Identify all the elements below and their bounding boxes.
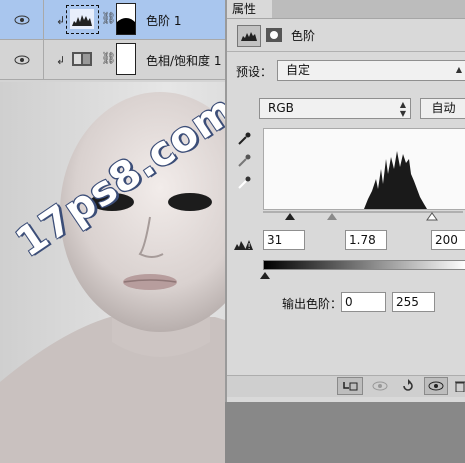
eye-icon[interactable] [0,0,44,39]
clip-indicator-icon: ↲ [56,54,66,67]
adjustment-title: 色阶 [291,29,316,43]
preset-select[interactable]: 自定 ▲ [277,60,465,81]
levels-icon [70,9,94,29]
properties-toolbar [227,375,465,397]
input-black-field[interactable]: 31 [263,230,305,250]
chevron-updown-icon: ▲ ▼ [399,100,406,118]
tab-properties[interactable]: 属性 [227,0,272,18]
clip-to-layer-icon[interactable] [337,377,363,395]
channel-select[interactable]: RGB ▲ ▼ [259,98,411,119]
histogram-shape [364,151,427,209]
gray-eyedropper-icon[interactable] [235,152,253,170]
black-point-handle [285,213,295,220]
workspace-background [225,402,465,463]
visibility-icon[interactable] [424,377,448,395]
chain-icon[interactable]: ⛓ [101,11,116,25]
white-point-handle [426,212,438,221]
input-gamma-field[interactable]: 1.78 [345,230,387,250]
chevron-updown-icon: ▲ [455,65,462,74]
gamma-handle [327,213,337,220]
mask-icon[interactable] [116,3,136,35]
levels-icon[interactable] [237,25,261,47]
svg-text:!: ! [248,242,251,251]
hue-saturation-icon [72,52,92,66]
input-white-field[interactable]: 200 [431,230,465,250]
output-white-field[interactable]: 255 [392,292,435,312]
output-black-handle[interactable] [259,270,271,280]
preset-row: 预设： 自定 ▲ [227,60,465,82]
properties-header: 色阶 [227,19,465,52]
mask-icon[interactable] [264,25,284,45]
layer-row-levels[interactable]: ↲ ⛓ 色阶 1 [0,0,228,40]
view-previous-icon[interactable] [368,377,392,395]
channel-value: RGB [268,101,294,115]
layer-name[interactable]: 色阶 1 [146,12,181,29]
white-eyedropper-icon[interactable] [235,174,253,192]
output-gradient [263,260,465,270]
layer-row-hue-saturation[interactable]: ↲ ⛓ 色相/饱和度 1 [0,40,228,80]
histogram [263,128,465,210]
eye-icon[interactable] [0,40,44,79]
mask-icon[interactable] [116,43,136,75]
delete-icon[interactable] [453,377,465,395]
input-levels-slider[interactable] [263,210,463,222]
layer-name[interactable]: 色相/饱和度 1 [146,52,222,69]
reset-icon[interactable] [396,377,420,395]
clipping-warning-icon[interactable]: ! [232,232,254,254]
layers-panel: ↲ ⛓ 色阶 1 ↲ ⛓ 色相/饱和度 1 [0,0,228,82]
output-levels-label: 输出色阶： [282,297,343,311]
black-eyedropper-icon[interactable] [235,130,253,148]
auto-button[interactable]: 自动 [420,98,465,119]
clip-indicator-icon: ↲ [56,14,66,27]
output-black-field[interactable]: 0 [341,292,386,312]
preset-label: 预设： [236,65,273,79]
preset-value: 自定 [286,63,311,77]
chain-icon[interactable]: ⛓ [101,51,116,65]
properties-panel: 属性 色阶 预设： 自定 ▲ RGB ▲ ▼ 自动 ! 31 1.78 200 … [225,0,465,402]
